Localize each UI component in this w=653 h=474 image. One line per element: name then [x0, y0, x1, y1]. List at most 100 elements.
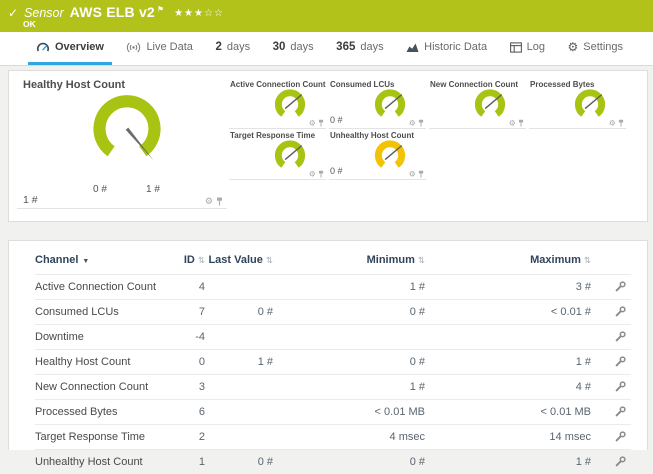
sensor-overview-page: ✓ Sensor AWS ELB v2 ⚑ ★★★☆☆ OK Overview … [0, 0, 653, 441]
pin-icon[interactable] [216, 197, 223, 206]
column-header-minimum[interactable]: Minimum⇅ [273, 249, 425, 275]
maximum-cell: 1 # [425, 450, 591, 474]
tab-label: days [290, 41, 313, 53]
wrench-gear-icon[interactable] [615, 455, 627, 470]
channel-id-cell: 3 [159, 375, 205, 400]
maximum-cell: 4 # [425, 375, 591, 400]
gauge-icon [36, 41, 50, 53]
table-row[interactable]: Downtime -4 [35, 325, 631, 350]
table-row[interactable]: Unhealthy Host Count 1 0 # 0 # 1 # [35, 450, 631, 474]
table-row[interactable]: Consumed LCUs 7 0 # 0 # < 0.01 # [35, 300, 631, 325]
gauge-panel-5[interactable]: Unhealthy Host Count 0 # ⚙ [329, 130, 426, 180]
minimum-cell: 0 # [273, 350, 425, 375]
table-row[interactable]: Target Response Time 2 4 msec 14 msec [35, 425, 631, 450]
pin-icon[interactable] [418, 119, 424, 127]
wrench-gear-icon[interactable] [615, 355, 627, 370]
channel-id-cell: 6 [159, 400, 205, 425]
flag-icon[interactable]: ⚑ [157, 5, 164, 14]
gauge-current-value: 0 # [330, 166, 343, 176]
channel-name-cell: Active Connection Count [35, 275, 159, 300]
wrench-gear-icon[interactable] [615, 405, 627, 420]
column-header-id[interactable]: ID⇅ [159, 249, 205, 275]
last-value-cell: 0 # [205, 450, 273, 474]
pin-icon[interactable] [318, 170, 324, 178]
tab-365-days[interactable]: 365 days [328, 32, 391, 65]
gauge-current-value: 0 # [330, 115, 343, 125]
minimum-cell: 0 # [273, 300, 425, 325]
tab-label: Settings [583, 41, 623, 53]
channel-name-cell: Consumed LCUs [35, 300, 159, 325]
pin-icon[interactable] [418, 170, 424, 178]
gauge-scale-max: 1 # [146, 184, 160, 195]
pin-icon[interactable] [618, 119, 624, 127]
last-value-cell [205, 400, 273, 425]
channel-name-cell: Processed Bytes [35, 400, 159, 425]
channel-name-cell: Target Response Time [35, 425, 159, 450]
gauges-card: Healthy Host Count 0 # 1 # 1 # ⚙ Active … [8, 70, 648, 222]
wrench-gear-icon[interactable] [615, 380, 627, 395]
gauge-panel-0[interactable]: Active Connection Count ⚙ [229, 79, 326, 129]
gauge-panel-1[interactable]: Consumed LCUs 0 # ⚙ [329, 79, 426, 129]
tab-2-days[interactable]: 2 days [207, 32, 258, 65]
channel-id-cell: 7 [159, 300, 205, 325]
tab-live-data[interactable]: Live Data [118, 32, 200, 65]
channel-id-cell: 1 [159, 450, 205, 474]
mini-gauge [368, 138, 412, 178]
gear-icon[interactable]: ⚙ [309, 170, 316, 178]
wrench-gear-icon[interactable] [615, 305, 627, 320]
minimum-cell [273, 325, 425, 350]
gear-icon[interactable]: ⚙ [309, 119, 316, 127]
gear-icon[interactable]: ⚙ [409, 170, 416, 178]
tab-bar: Overview Live Data 2 days 30 days 365 da… [0, 32, 653, 66]
tab-historic-data[interactable]: Historic Data [398, 32, 495, 65]
wrench-gear-icon[interactable] [615, 430, 627, 445]
gear-icon[interactable]: ⚙ [205, 197, 213, 206]
priority-stars[interactable]: ★★★☆☆ [174, 8, 224, 19]
maximum-cell: < 0.01 MB [425, 400, 591, 425]
channels-table: Channel▼ ID⇅ Last Value⇅ Minimum⇅ Maximu… [35, 249, 631, 474]
tab-30-days[interactable]: 30 days [265, 32, 322, 65]
column-header-channel[interactable]: Channel▼ [35, 249, 159, 275]
object-kind-label: Sensor [24, 6, 64, 20]
healthy-host-count-gauge [81, 89, 173, 173]
status-badge: OK [23, 19, 36, 29]
gear-icon[interactable]: ⚙ [409, 119, 416, 127]
mini-gauge [368, 87, 412, 127]
mini-gauge [268, 87, 312, 127]
table-row[interactable]: Processed Bytes 6 < 0.01 MB < 0.01 MB [35, 400, 631, 425]
channel-name-cell: Healthy Host Count [35, 350, 159, 375]
pin-icon[interactable] [518, 119, 524, 127]
wrench-gear-icon[interactable] [615, 330, 627, 345]
tab-overview[interactable]: Overview [28, 32, 112, 65]
gear-icon[interactable]: ⚙ [509, 119, 516, 127]
ok-check-icon: ✓ [8, 6, 18, 20]
column-header-last-value[interactable]: Last Value⇅ [205, 249, 273, 275]
last-value-cell [205, 275, 273, 300]
minimum-cell: 1 # [273, 275, 425, 300]
gauge-panel-4[interactable]: Target Response Time ⚙ [229, 130, 326, 180]
sort-icon: ⇅ [584, 255, 591, 265]
table-row[interactable]: Active Connection Count 4 1 # 3 # [35, 275, 631, 300]
column-header-maximum[interactable]: Maximum⇅ [425, 249, 591, 275]
sort-icon: ⇅ [266, 255, 273, 265]
tab-number: 365 [336, 41, 355, 53]
gauge-panel-healthy-host-count[interactable]: Healthy Host Count 0 # 1 # 1 # ⚙ [17, 77, 227, 209]
gear-icon[interactable]: ⚙ [609, 119, 616, 127]
chart-icon [406, 42, 419, 53]
maximum-cell: 3 # [425, 275, 591, 300]
channel-id-cell: -4 [159, 325, 205, 350]
minimum-cell: 0 # [273, 450, 425, 474]
gauge-panel-2[interactable]: New Connection Count ⚙ [429, 79, 526, 129]
wrench-gear-icon[interactable] [615, 280, 627, 295]
gauge-panel-3[interactable]: Processed Bytes ⚙ [529, 79, 626, 129]
table-row[interactable]: Healthy Host Count 0 1 # 0 # 1 # [35, 350, 631, 375]
signal-icon [126, 42, 141, 53]
table-row[interactable]: New Connection Count 3 1 # 4 # [35, 375, 631, 400]
tab-label: Live Data [146, 41, 192, 53]
tab-settings[interactable]: ⚙ Settings [559, 32, 631, 65]
pin-icon[interactable] [318, 119, 324, 127]
tab-log[interactable]: Log [502, 32, 553, 65]
tab-label: days [360, 41, 383, 53]
minimum-cell: < 0.01 MB [273, 400, 425, 425]
sort-icon: ⇅ [418, 255, 425, 265]
